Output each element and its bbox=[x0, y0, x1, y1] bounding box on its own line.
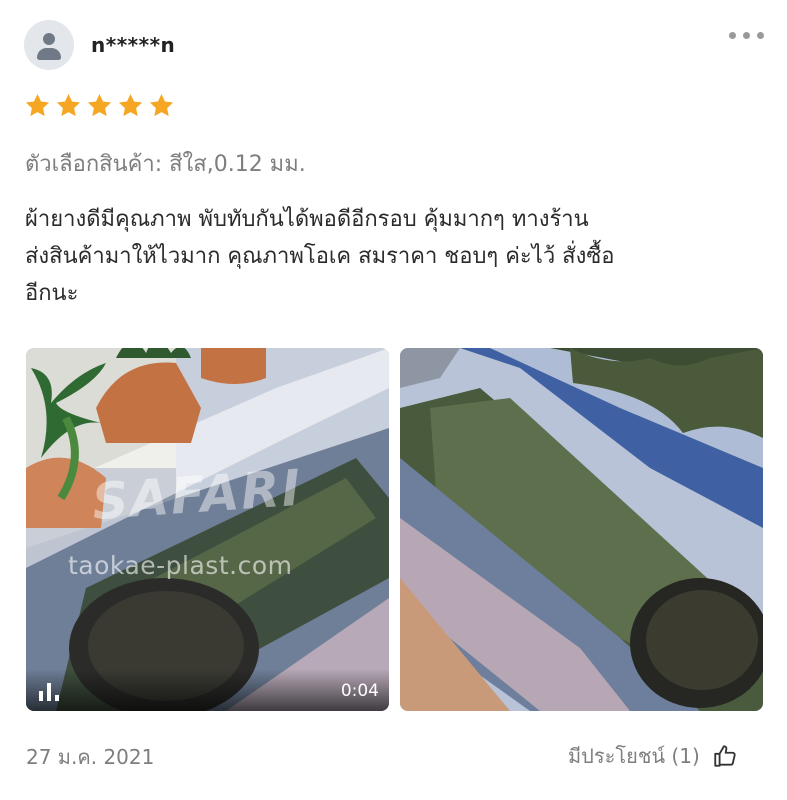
review-photo-thumbnail[interactable] bbox=[400, 348, 763, 711]
star-icon bbox=[149, 94, 174, 117]
user-avatar-icon[interactable] bbox=[24, 20, 74, 70]
helpful-label: มีประโยชน์ (1) bbox=[568, 744, 700, 768]
star-icon bbox=[25, 94, 50, 117]
thumbs-up-icon[interactable] bbox=[712, 743, 738, 769]
helpful-button[interactable]: มีประโยชน์ (1) bbox=[568, 741, 738, 771]
star-icon bbox=[87, 94, 112, 117]
product-variation: ตัวเลือกสินค้า: สีใส,0.12 มม. bbox=[25, 152, 306, 177]
comment-line: ผ้ายางดีมีคุณภาพ พับทับกันได้พอดีอีกรอบ … bbox=[25, 207, 589, 232]
comment-line: ส่งสินค้ามาให้ไวมาก คุณภาพโอเค สมราคา ชอ… bbox=[25, 244, 615, 269]
star-rating bbox=[24, 92, 175, 122]
video-bars-icon bbox=[39, 681, 65, 701]
review-date: 27 ม.ค. 2021 bbox=[26, 745, 155, 769]
review-photo-image bbox=[400, 348, 763, 711]
product-review: n*****n ตัวเลือกสินค้า: สีใส,0.12 มม. ผ้… bbox=[0, 0, 787, 800]
video-overlay-bar: 0:04 bbox=[26, 669, 389, 711]
review-video-thumbnail[interactable]: SAFARI taokae-plast.com 0:04 bbox=[26, 348, 389, 711]
star-icon bbox=[56, 94, 81, 117]
video-thumbnail-image bbox=[26, 348, 389, 711]
star-icon bbox=[118, 94, 143, 117]
more-dots-icon[interactable] bbox=[728, 30, 766, 40]
comment-line: อีกนะ bbox=[25, 281, 79, 306]
watermark-site: taokae-plast.com bbox=[68, 551, 293, 580]
video-duration: 0:04 bbox=[340, 681, 379, 701]
username[interactable]: n*****n bbox=[91, 32, 175, 58]
review-comment: ผ้ายางดีมีคุณภาพ พับทับกันได้พอดีอีกรอบ … bbox=[25, 201, 765, 312]
